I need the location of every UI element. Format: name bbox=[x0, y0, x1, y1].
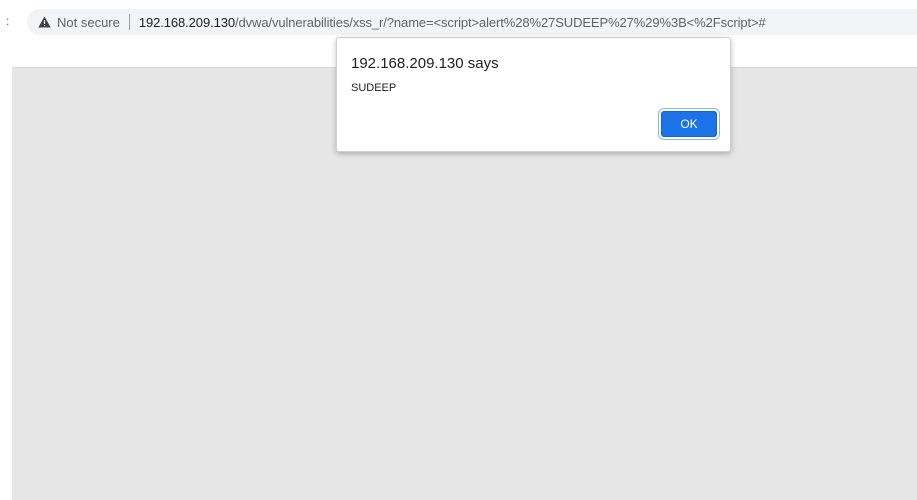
dialog-title: 192.168.209.130 says bbox=[351, 55, 499, 72]
ok-button[interactable]: OK bbox=[661, 111, 717, 137]
left-edge-glyph: : bbox=[6, 14, 10, 28]
dialog-message: SUDEEP bbox=[351, 82, 397, 94]
url-host: 192.168.209.130 bbox=[138, 14, 235, 30]
url-text[interactable]: 192.168.209.130/dvwa/vulnerabilities/xss… bbox=[139, 15, 766, 30]
browser-window: : Not secure 192.168.209.130/dvwa/vulner… bbox=[0, 0, 917, 500]
omnibox[interactable]: Not secure 192.168.209.130/dvwa/vulnerab… bbox=[27, 9, 917, 35]
address-bar: : Not secure 192.168.209.130/dvwa/vulner… bbox=[0, 0, 917, 40]
omnibox-separator bbox=[128, 14, 130, 30]
url-path: /dvwa/vulnerabilities/xss_r/?name=<scrip… bbox=[234, 14, 766, 30]
alert-dialog: 192.168.209.130 says SUDEEP OK bbox=[336, 37, 731, 152]
warning-triangle-icon[interactable] bbox=[38, 16, 51, 28]
not-secure-label[interactable]: Not secure bbox=[57, 15, 120, 30]
